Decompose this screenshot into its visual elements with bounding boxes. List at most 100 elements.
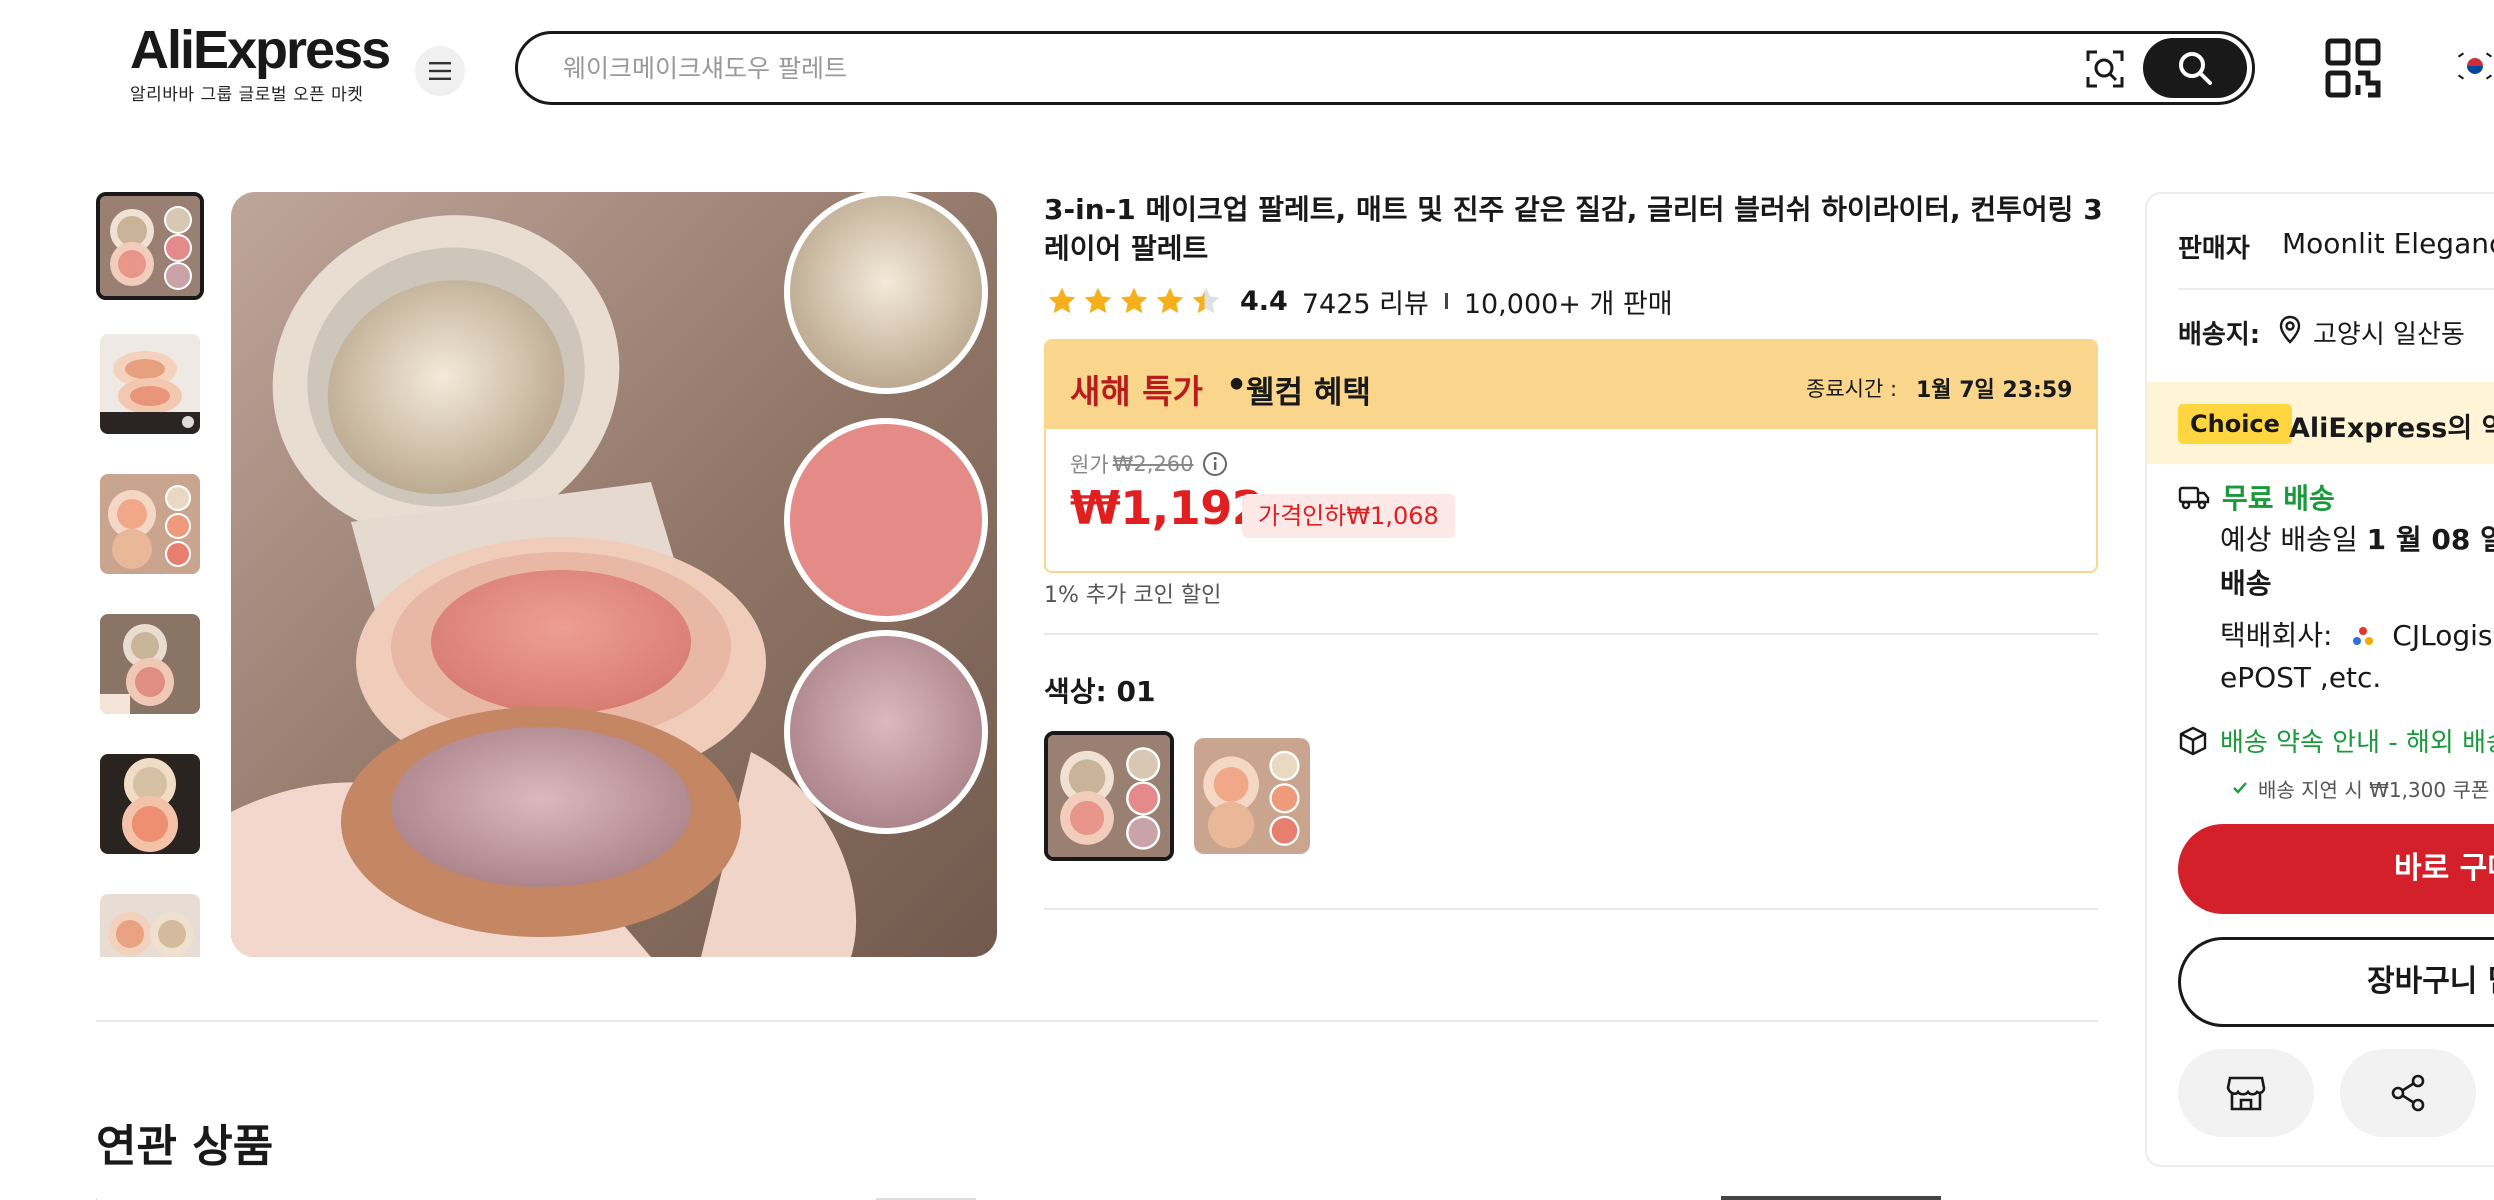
free-shipping-row: 무료 배송 [2178,477,2335,517]
choice-promise-text: AliExpress의 약속 [2289,413,2494,444]
logo-text: AliExpress [130,20,391,80]
store-icon [2226,1076,2266,1111]
promo-dot: • [1226,365,1248,404]
promo-box: 새해 특가 • 웰컴 혜택 종료시간 : 1월 7일 23:59 원가 ₩2,2… [1044,339,2098,573]
star-icon [1120,287,1148,314]
promo-title: 새해 특가 [1070,372,1203,411]
choice-badge: Choice [2178,404,2292,444]
delivery-date: 1 월 08 일 [2366,523,2494,556]
search-button[interactable] [2143,38,2247,98]
seller-label: 판매자 [2178,234,2250,264]
buy-now-button[interactable]: 바로 구매 [2178,824,2494,914]
rating-stars[interactable] [1044,285,1224,317]
thumbnail-list [96,192,204,957]
original-price-label: 원가 [1070,453,1109,477]
delivery-promise-link[interactable]: 배송 약속 안내 - 해외 배송 [2178,722,2494,759]
image-search-button[interactable] [2078,42,2132,96]
star-icon [1156,287,1184,314]
thumbnail-4[interactable] [100,614,200,714]
add-to-cart-button[interactable]: 장바구니 담기 [2178,937,2494,1027]
promo-banner: 새해 특가 • 웰컴 혜택 종료시간 : 1월 7일 23:59 [1046,341,2096,429]
original-price-row: 원가 ₩2,260 [1070,449,1228,479]
check-icon [2233,782,2247,794]
thumbnail-2[interactable] [100,334,200,434]
color-option-02[interactable] [1194,738,1310,854]
palette-illustration [231,192,988,957]
delivery-suffix: 배송 [2220,567,2272,600]
promo-end-label: 종료시간 : [1806,377,1898,401]
color-option-image [1048,735,1170,857]
separator [1444,293,1448,309]
site-header: AliExpress 알리바바 그룹 글로벌 오픈 마켓 [0,0,2494,140]
delay-coupon-text: 배송 지연 시 ₩1,300 쿠폰 [2258,777,2490,801]
star-icon [1084,287,1112,314]
thumbnail-1[interactable] [96,192,204,300]
rating-row: 4.4 7425 리뷰 10,000+ 개 판매 [1044,285,1673,320]
search-input[interactable] [563,46,2063,90]
delay-coupon-note: 배송 지연 시 ₩1,300 쿠폰 [2232,776,2489,800]
sale-price: ₩1,192 [1070,481,1264,535]
star-icon [1048,287,1076,314]
logo-subtitle: 알리바바 그룹 글로벌 오픈 마켓 [130,85,364,105]
thumbnail-image [100,754,200,854]
thumbnail-image [100,474,200,574]
carrier-name: CJLogis [2392,619,2493,652]
category-menu-button[interactable] [415,46,465,96]
camera-search-icon [2086,50,2124,88]
product-title: 3-in-1 메이크업 팔레트, 매트 및 진주 같은 질감, 글리터 블러쉬 … [1044,193,2103,265]
location-pin-icon [2279,315,2301,344]
half-star-icon [1192,287,1220,314]
carrier-label: 택배회사: [2220,619,2333,652]
promo-subtitle: 웰컴 혜택 [1246,375,1371,411]
divider [1044,908,2098,910]
thumbnail-3[interactable] [100,474,200,574]
thumbnail-6[interactable] [100,894,200,957]
price-box: 원가 ₩2,260 ₩1,192 가격인하₩1,068 [1046,429,2096,571]
coin-discount: 1% 추가 코인 할인 [1044,583,1222,608]
color-option-01[interactable] [1044,731,1174,861]
search-bar [515,31,2255,105]
divider [1044,633,2098,635]
store-button[interactable] [2178,1049,2314,1137]
color-label: 색상: 01 [1044,675,1156,708]
divider [2178,288,2494,290]
qr-code-icon[interactable] [2325,38,2381,98]
truck-icon [2178,486,2210,510]
aliexpress-logo[interactable]: AliExpress 알리바바 그룹 글로벌 오픈 마켓 [130,20,391,112]
thumbnail-5[interactable] [100,754,200,854]
carrier-more: ePOST ,etc. [2220,661,2382,694]
delivery-prefix: 예상 배송일 [2220,523,2358,556]
original-price: ₩2,260 [1112,452,1194,476]
delivery-promise-text: 배송 약속 안내 - 해외 배송 [2220,728,2494,758]
search-icon [2179,52,2212,85]
korea-flag-icon[interactable] [2455,50,2494,82]
related-products-strip [96,1196,1941,1200]
review-count-link[interactable]: 7425 리뷰 [1302,282,1429,321]
rating-value: 4.4 [1240,285,1288,317]
discount-badge: 가격인하₩1,068 [1242,494,1455,538]
carrier-row: 택배회사: CJLogis [2220,614,2492,658]
cj-logistics-icon [2353,627,2374,645]
ship-to-value[interactable]: 고양시 일산동 [2313,314,2465,351]
share-icon [2391,1074,2425,1112]
hamburger-menu-icon [429,62,451,80]
thumbnail-image [100,894,200,957]
promo-end-time: 1월 7일 23:59 [1916,378,2073,403]
shield-box-icon [2179,726,2207,755]
related-products-heading: 연관 상품 [96,1121,274,1172]
delivery-estimate: 예상 배송일 1 월 08 일 [2220,518,2494,562]
info-icon[interactable] [1202,451,1228,477]
share-button[interactable] [2340,1049,2476,1137]
ship-to-label: 배송지: [2178,320,2261,350]
thumbnail-image [100,196,200,296]
divider [96,1020,2098,1022]
sold-count: 10,000+ 개 판매 [1463,288,1673,320]
buy-panel: 판매자 Moonlit Elegance 배송지: 고양시 일산동 Choice… [2145,192,2494,1167]
thumbnail-image [100,334,200,434]
color-option-image [1194,738,1310,854]
seller-name-link[interactable]: Moonlit Elegance [2282,227,2494,260]
choice-banner[interactable]: Choice AliExpress의 약속 [2147,382,2494,464]
thumbnail-image [100,614,200,714]
free-shipping-label: 무료 배송 [2222,482,2335,515]
main-product-image[interactable] [231,192,997,957]
